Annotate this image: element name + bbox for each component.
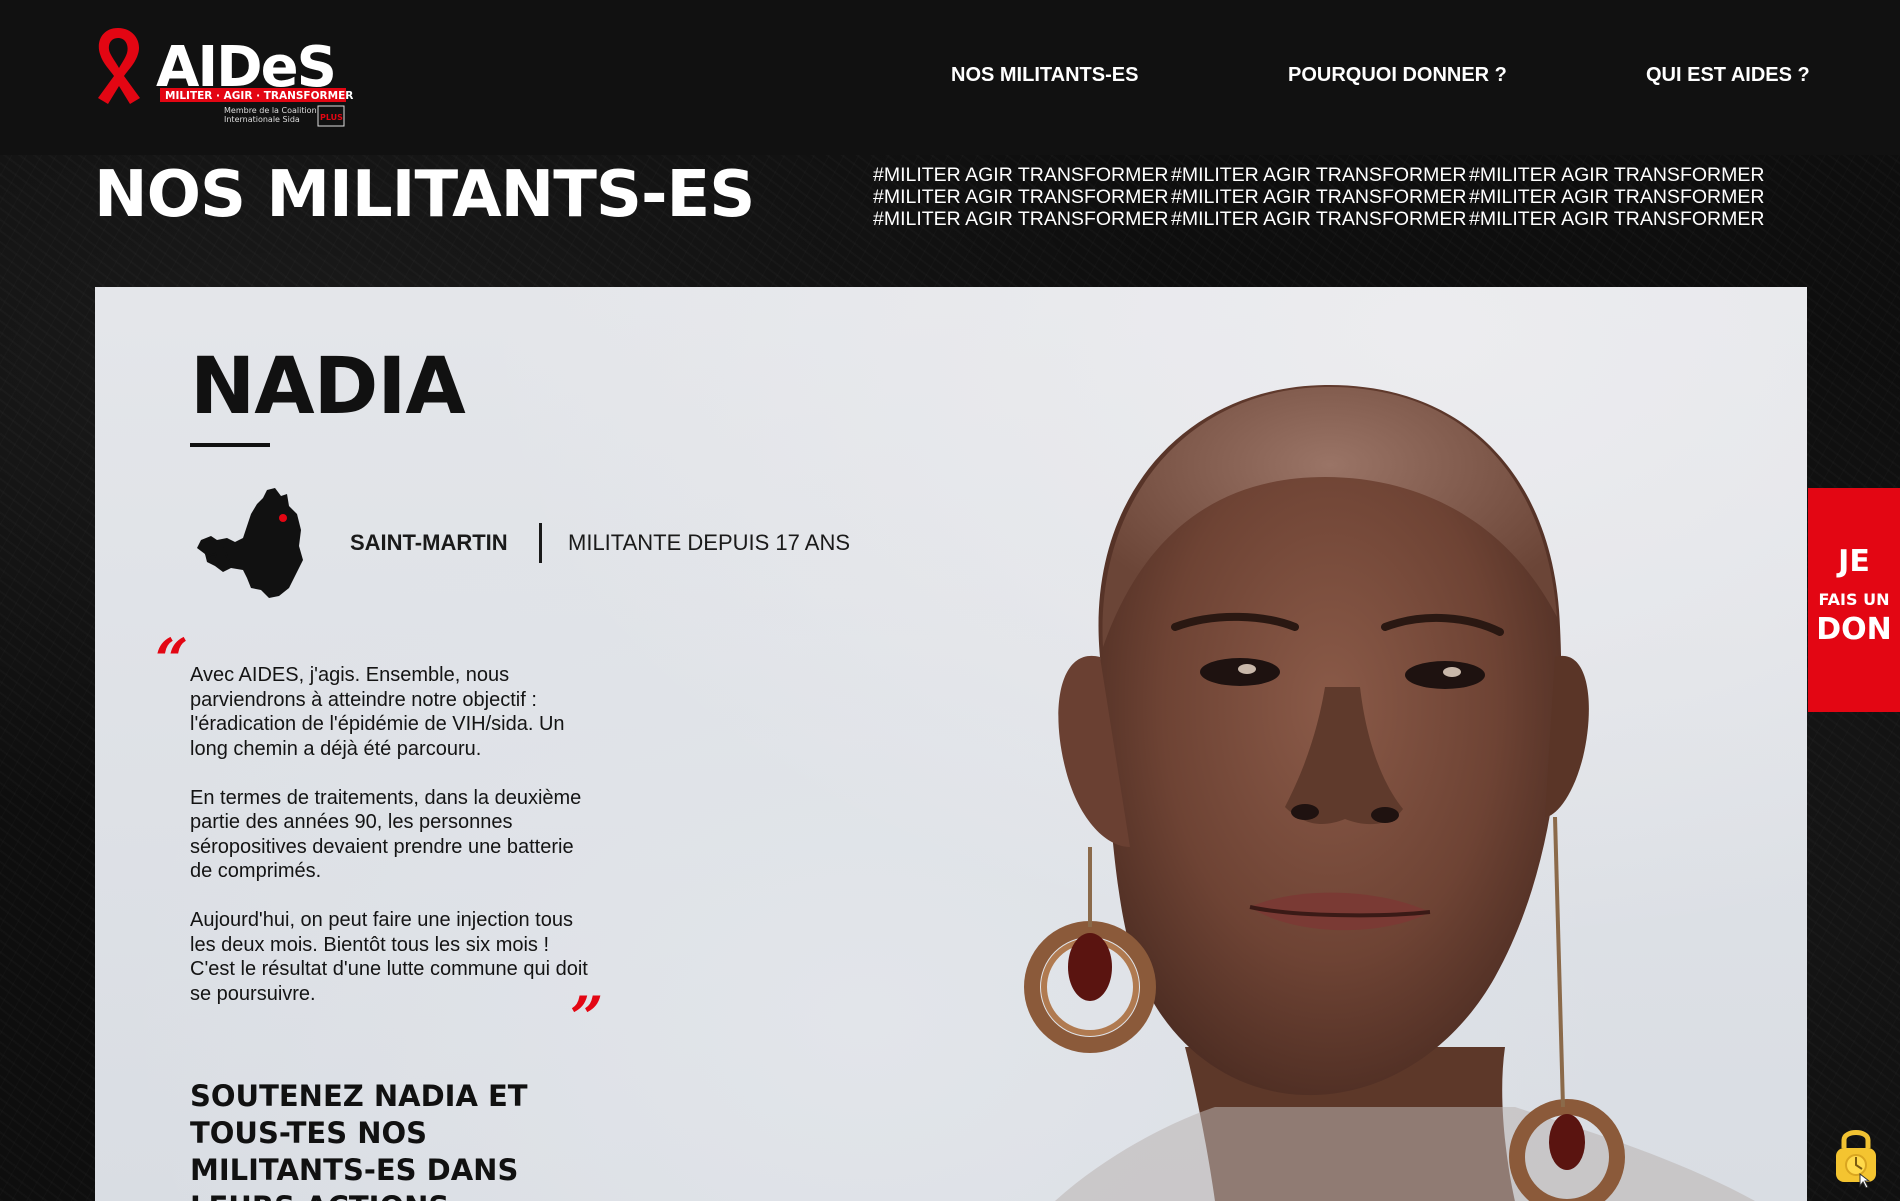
hashtag: #MILITER AGIR TRANSFORMER xyxy=(873,208,1169,230)
hashtag: #MILITER AGIR TRANSFORMER xyxy=(873,164,1169,186)
militant-location: SAINT-MARTIN xyxy=(350,530,508,555)
support-heading: SOUTENEZ NADIA ET TOUS-TES NOS MILITANTS… xyxy=(190,1079,528,1201)
nav-pourquoi-donner[interactable]: POURQUOI DONNER ? xyxy=(1288,64,1507,87)
red-ribbon-icon xyxy=(98,28,140,104)
donate-label-line3: DON xyxy=(1816,612,1892,647)
aides-logo: AIDeS MILITER · AGIR · TRANSFORMER Membr… xyxy=(98,28,353,127)
militant-seniority: MILITANTE DEPUIS 17 ANS xyxy=(568,530,851,555)
militant-portrait-photo xyxy=(1024,384,1755,1201)
svg-text:Membre de la Coalition: Membre de la Coalition xyxy=(224,106,317,115)
padlock-icon[interactable] xyxy=(1832,1122,1880,1189)
site-header: AIDeS MILITER · AGIR · TRANSFORMER Membr… xyxy=(0,0,1900,155)
donate-label-line1: JE xyxy=(1838,544,1870,579)
svg-text:Internationale Sida: Internationale Sida xyxy=(224,115,300,124)
quote-paragraph: En termes de traitements, dans la deuxiè… xyxy=(190,786,582,883)
aides-logo-link[interactable]: AIDeS MILITER · AGIR · TRANSFORMER Membr… xyxy=(94,24,354,130)
donate-label-line2: FAIS UN xyxy=(1818,590,1890,609)
close-quote-icon: ” xyxy=(570,984,604,1052)
hashtag: #MILITER AGIR TRANSFORMER xyxy=(1469,186,1765,208)
nav-qui-est-aides[interactable]: QUI EST AIDES ? xyxy=(1646,64,1810,87)
hashtag: #MILITER AGIR TRANSFORMER xyxy=(1171,208,1467,230)
militant-quote: Avec AIDES, j'agis. Ensemble, nous parvi… xyxy=(190,663,590,1031)
open-quote-icon: “ xyxy=(155,626,189,694)
militant-profile-card: NADIA SAINT-MARTIN MILITANTE DEPUIS 17 A… xyxy=(95,287,1807,1201)
page-title: NOS MILITANTS-ES xyxy=(94,158,755,232)
separator xyxy=(539,523,542,563)
saint-martin-map-icon xyxy=(197,488,303,598)
hashtag: #MILITER AGIR TRANSFORMER xyxy=(873,186,1169,208)
quote-paragraph: Avec AIDES, j'agis. Ensemble, nous parvi… xyxy=(190,664,565,760)
hashtag: #MILITER AGIR TRANSFORMER xyxy=(1469,208,1765,230)
name-underline xyxy=(190,443,270,447)
hashtag: #MILITER AGIR TRANSFORMER xyxy=(1171,186,1467,208)
hashtag: #MILITER AGIR TRANSFORMER xyxy=(1469,164,1765,186)
svg-text:MILITER · AGIR · TRANSFORMER: MILITER · AGIR · TRANSFORMER xyxy=(165,90,353,102)
nav-nos-militants[interactable]: NOS MILITANTS-ES xyxy=(951,64,1138,87)
donate-button[interactable]: JE FAIS UN DON xyxy=(1808,488,1900,712)
svg-text:PLUS: PLUS xyxy=(320,113,343,122)
hashtag: #MILITER AGIR TRANSFORMER xyxy=(1171,164,1467,186)
militant-name: NADIA xyxy=(190,342,466,432)
quote-paragraph: Aujourd'hui, on peut faire une injection… xyxy=(190,909,588,1005)
